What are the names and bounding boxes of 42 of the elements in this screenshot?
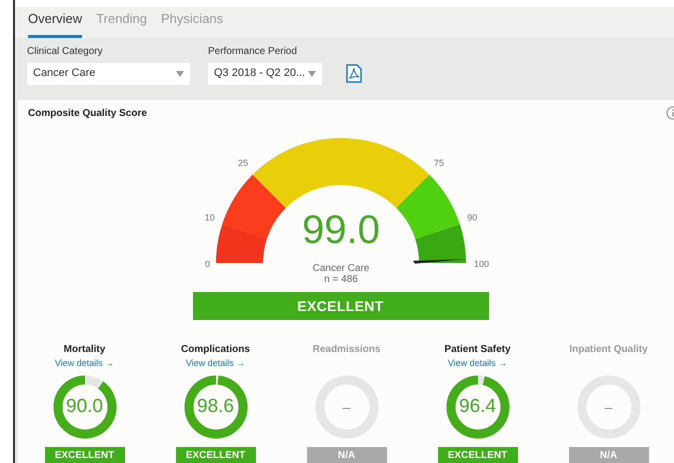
rating-badge: EXCELLENT bbox=[176, 447, 256, 463]
gauge-tick-label: 25 bbox=[238, 158, 248, 168]
metric-score: – bbox=[604, 398, 612, 416]
caret-icon bbox=[308, 70, 316, 77]
metric-title: Complications bbox=[181, 343, 250, 357]
tab[interactable]: Physicians bbox=[161, 9, 224, 38]
rating-badge: EXCELLENT bbox=[44, 447, 124, 463]
gauge-tick-label: 100 bbox=[474, 259, 489, 269]
rating-badge: EXCELLENT bbox=[438, 447, 518, 463]
view-details-link[interactable]: View details → bbox=[448, 357, 508, 370]
metric-title: Patient Safety bbox=[444, 343, 511, 357]
filter-label: Clinical Category bbox=[27, 44, 104, 59]
donut-chart bbox=[52, 375, 116, 439]
metric-score: 98.6 bbox=[197, 394, 234, 419]
donut-chart bbox=[184, 375, 248, 439]
gauge-tick-label: 0 bbox=[204, 259, 210, 269]
dropdown[interactable]: Q3 2018 - Q2 20... bbox=[208, 62, 322, 85]
metric-title: Mortality bbox=[64, 343, 106, 357]
metric-score: – bbox=[342, 398, 350, 416]
donut-chart bbox=[446, 375, 510, 439]
metric-score: 96.4 bbox=[459, 394, 496, 419]
dropdown[interactable]: Cancer Care bbox=[27, 62, 190, 85]
gauge-count: n = 486 bbox=[324, 274, 358, 285]
caret-icon bbox=[176, 70, 184, 77]
metric-score: 90.0 bbox=[66, 394, 103, 419]
gauge-score: 99.0 bbox=[302, 208, 380, 252]
metric-title: Readmissions bbox=[312, 343, 380, 357]
gauge-category: Cancer Care bbox=[312, 263, 369, 274]
view-details-link[interactable]: View details → bbox=[186, 357, 246, 370]
rating-banner: EXCELLENT bbox=[192, 292, 488, 320]
metric-title: Inpatient Quality bbox=[569, 343, 648, 357]
card-title: Composite Quality Score bbox=[28, 107, 147, 121]
gauge-needle bbox=[412, 259, 466, 264]
filter-label: Performance Period bbox=[208, 44, 298, 59]
rating-badge: N/A bbox=[306, 447, 386, 463]
gauge-tick-label: 90 bbox=[466, 212, 477, 223]
rating-badge: N/A bbox=[568, 447, 648, 463]
pdf-icon[interactable] bbox=[346, 64, 362, 83]
tab[interactable]: Trending bbox=[96, 9, 148, 38]
gauge-tick-label: 10 bbox=[204, 212, 214, 223]
gauge-tick-label: 75 bbox=[433, 158, 444, 168]
view-details-link[interactable]: View details → bbox=[54, 357, 114, 370]
